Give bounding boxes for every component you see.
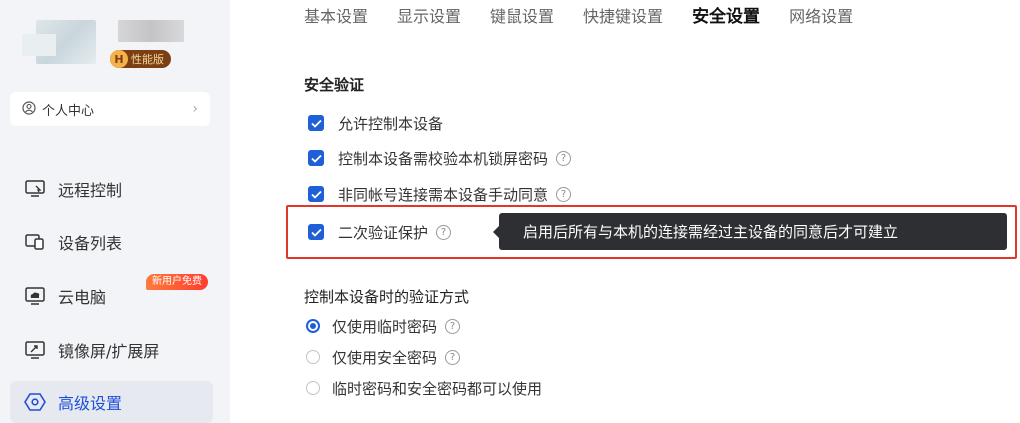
checkbox-label: 二次验证保护 xyxy=(338,223,429,242)
sidebar-item-remote-control[interactable]: 远程控制 xyxy=(10,168,213,210)
tab-shortcuts[interactable]: 快捷键设置 xyxy=(583,6,663,28)
user-name-redacted xyxy=(118,20,184,42)
radio-label: 临时密码和安全密码都可以使用 xyxy=(332,379,543,398)
tab-basic[interactable]: 基本设置 xyxy=(304,6,368,28)
sidebar-item-label: 远程控制 xyxy=(58,181,123,200)
tab-security[interactable]: 安全设置 xyxy=(692,6,760,28)
checkbox-label: 控制本设备需校验本机锁屏密码 xyxy=(338,149,549,168)
tab-network[interactable]: 网络设置 xyxy=(789,6,853,28)
avatar[interactable] xyxy=(22,20,96,64)
sidebar: H 性能版 个人中心 › 远程控制 设备列表 云电脑 新用户免费 镜像屏/扩展屏 xyxy=(0,0,230,423)
checkbox-checked-icon[interactable] xyxy=(308,115,324,131)
radio-label: 仅使用安全密码 xyxy=(332,348,438,367)
radio-both-passwords[interactable]: 临时密码和安全密码都可以使用 xyxy=(306,377,542,399)
sidebar-item-device-list[interactable]: 设备列表 xyxy=(10,221,213,263)
sidebar-item-label: 云电脑 xyxy=(58,288,107,307)
new-user-free-badge: 新用户免费 xyxy=(146,274,208,290)
help-icon[interactable]: ? xyxy=(445,318,461,334)
checkbox-allow-control[interactable]: 允许控制本设备 xyxy=(308,112,443,134)
sidebar-item-label: 设备列表 xyxy=(58,234,123,253)
verification-method-title: 控制本设备时的验证方式 xyxy=(304,288,470,306)
help-icon[interactable]: ? xyxy=(436,224,452,240)
radio-selected-icon[interactable] xyxy=(306,319,320,333)
sidebar-item-advanced-settings[interactable]: 高级设置 xyxy=(10,381,213,423)
checkbox-checked-icon[interactable] xyxy=(308,186,324,202)
mirror-screen-icon xyxy=(22,339,48,361)
tab-keyboard-mouse[interactable]: 键鼠设置 xyxy=(490,6,554,28)
radio-temp-password[interactable]: 仅使用临时密码 ? xyxy=(306,315,461,337)
checkbox-manual-approve[interactable]: 非同帐号连接需本设备手动同意 ? xyxy=(308,183,572,205)
personal-center-button[interactable]: 个人中心 › xyxy=(10,92,210,126)
checkbox-two-step-protection[interactable]: 二次验证保护 ? xyxy=(308,221,452,243)
security-verification-title: 安全验证 xyxy=(304,76,365,94)
sidebar-item-label: 镜像屏/扩展屏 xyxy=(58,342,160,361)
sidebar-item-label: 高级设置 xyxy=(58,394,123,413)
edition-label: 性能版 xyxy=(131,53,164,66)
settings-tabs: 基本设置 显示设置 键鼠设置 快捷键设置 安全设置 网络设置 xyxy=(304,6,882,28)
radio-label: 仅使用临时密码 xyxy=(332,317,438,336)
radio-unselected-icon[interactable] xyxy=(306,381,320,395)
checkbox-checked-icon[interactable] xyxy=(308,224,324,240)
radio-security-password[interactable]: 仅使用安全密码 ? xyxy=(306,346,461,368)
personal-center-label: 个人中心 xyxy=(42,103,95,119)
device-list-icon xyxy=(22,231,48,253)
help-icon[interactable]: ? xyxy=(556,150,572,166)
user-circle-icon xyxy=(22,100,36,119)
cloud-pc-icon xyxy=(22,285,48,307)
tab-display[interactable]: 显示设置 xyxy=(397,6,461,28)
checkbox-label: 非同帐号连接需本设备手动同意 xyxy=(338,185,549,204)
edition-h-icon: H xyxy=(110,50,128,68)
performance-edition-badge: H 性能版 xyxy=(110,50,171,68)
checkbox-checked-icon[interactable] xyxy=(308,150,324,166)
radio-unselected-icon[interactable] xyxy=(306,350,320,364)
help-icon[interactable]: ? xyxy=(445,349,461,365)
checkbox-label: 允许控制本设备 xyxy=(338,114,444,133)
help-icon[interactable]: ? xyxy=(556,186,572,202)
checkbox-lock-screen-password[interactable]: 控制本设备需校验本机锁屏密码 ? xyxy=(308,147,572,169)
two-step-tooltip: 启用后所有与本机的连接需经过主设备的同意后才可建立 xyxy=(493,213,1007,250)
chevron-right-icon: › xyxy=(192,101,198,117)
sidebar-item-mirror-screen[interactable]: 镜像屏/扩展屏 xyxy=(10,329,213,371)
advanced-settings-icon xyxy=(22,391,48,413)
remote-control-icon xyxy=(22,178,48,200)
